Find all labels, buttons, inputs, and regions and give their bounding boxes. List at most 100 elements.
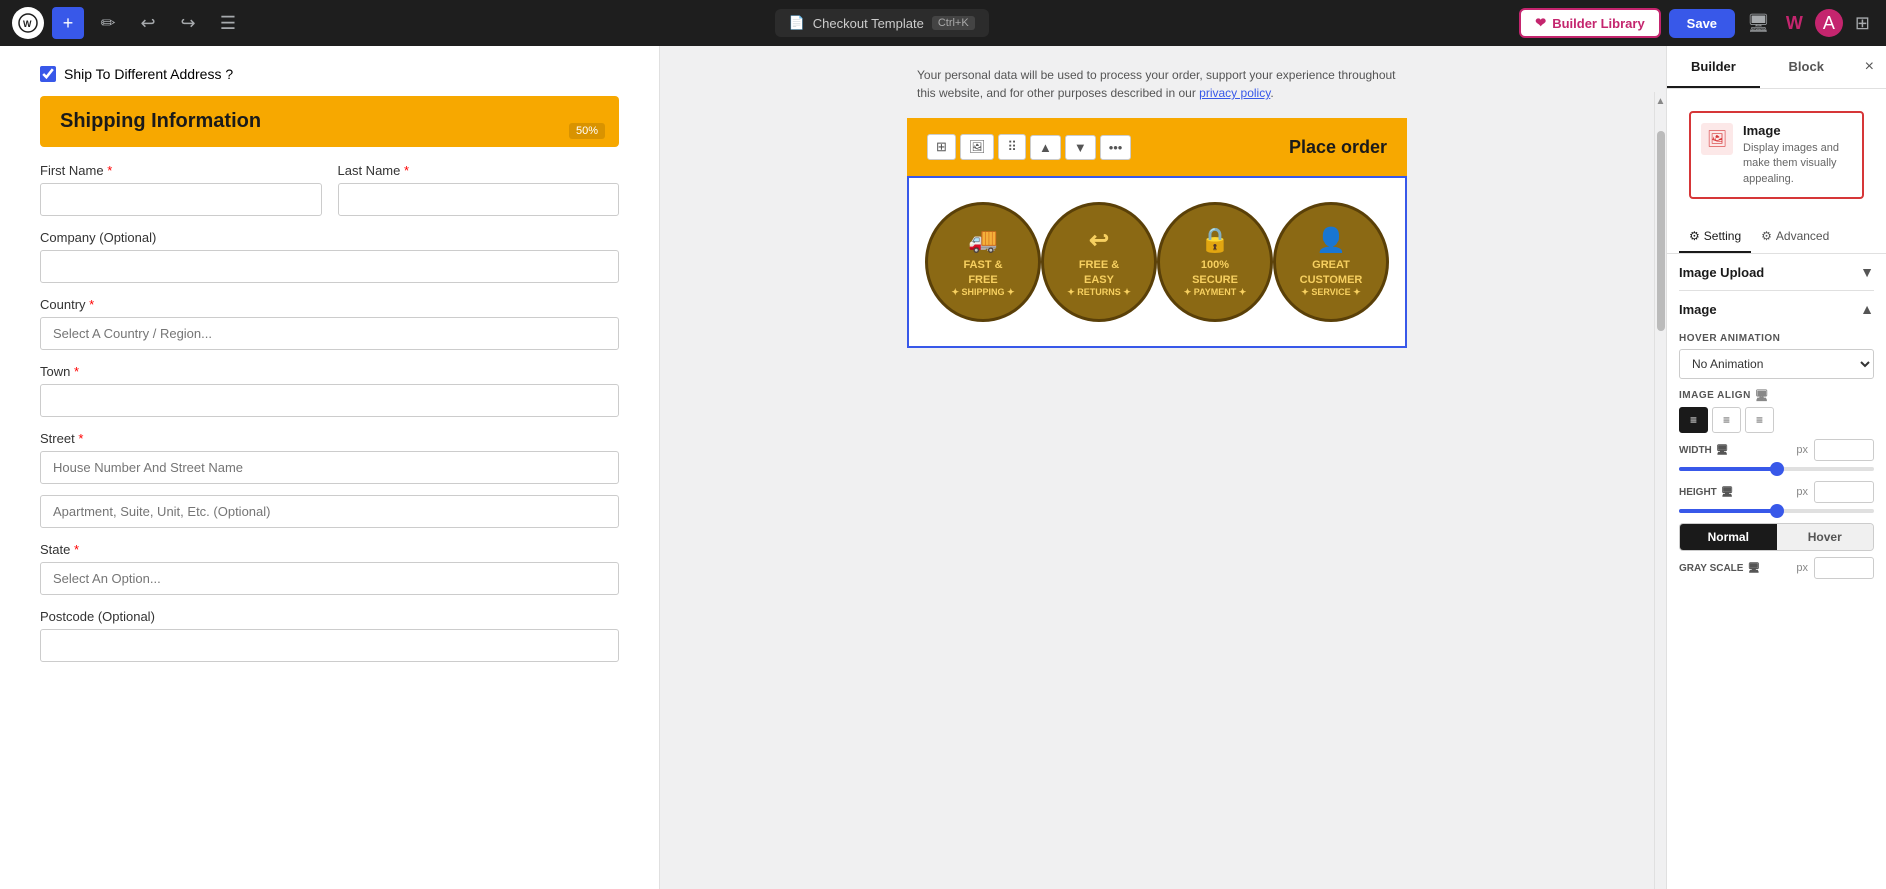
template-shortcut: Ctrl+K [932, 16, 975, 30]
image-card: 🖼 Image Display images and make them vis… [1689, 111, 1864, 199]
first-name-label: First Name * [40, 163, 322, 178]
align-center-button[interactable]: ≡ [1712, 407, 1741, 433]
center-panel: Your personal data will be used to proce… [660, 46, 1654, 889]
builder-library-button[interactable]: ❤ Builder Library [1519, 8, 1660, 38]
postcode-label: Postcode (Optional) [40, 609, 619, 624]
logo3-button[interactable]: A [1815, 9, 1843, 37]
align-right-button[interactable]: ≡ [1745, 407, 1774, 433]
image-toolbar-icon[interactable]: 🖼 [960, 134, 995, 160]
state-input[interactable] [40, 562, 619, 595]
advanced-icon: ⚙ [1761, 229, 1772, 243]
state-req: * [74, 542, 79, 557]
align-left-button[interactable]: ≡ [1679, 407, 1708, 433]
apt-input[interactable] [40, 495, 619, 528]
topbar-center: 📄 Checkout Template Ctrl+K [252, 9, 1511, 37]
state-tabs: Normal Hover [1679, 523, 1874, 551]
state-group: State * [40, 542, 619, 595]
image-card-title: Image [1743, 123, 1852, 138]
monitor-icon-button[interactable]: 🖥 [1743, 9, 1774, 38]
hover-animation-select[interactable]: No Animation Zoom In Zoom Out Fade [1679, 349, 1874, 379]
ship-different-label: Ship To Different Address ? [64, 66, 233, 82]
image-section-title: Image [1679, 302, 1717, 317]
image-align-label: IMAGE ALIGN 🖥 [1679, 389, 1874, 402]
grayscale-input[interactable] [1814, 557, 1874, 579]
width-input[interactable] [1814, 439, 1874, 461]
state-label: State * [40, 542, 619, 557]
template-label: Checkout Template [813, 16, 924, 31]
width-slider-thumb[interactable] [1770, 462, 1784, 476]
shipping-box: Shipping Information 50% [40, 96, 619, 147]
image-section-header[interactable]: Image ▲ [1679, 291, 1874, 323]
country-label: Country * [40, 297, 619, 312]
subtab-setting[interactable]: ⚙ Setting [1679, 221, 1751, 253]
service-icon: 👤 [1300, 225, 1363, 256]
country-input[interactable] [40, 317, 619, 350]
grayscale-unit: px [1796, 562, 1808, 574]
image-container: 🚚 FAST & FREE ✦ SHIPPING ✦ ↩ FREE & EASY… [907, 176, 1407, 348]
first-name-input[interactable] [40, 183, 322, 216]
tab-builder[interactable]: Builder [1667, 47, 1760, 88]
up-toolbar-icon[interactable]: ▲ [1030, 135, 1061, 160]
payment-icon: 🔒 [1184, 225, 1247, 256]
image-upload-header[interactable]: Image Upload ▼ [1679, 254, 1874, 291]
last-name-req: * [404, 163, 409, 178]
close-button[interactable]: × [1853, 46, 1886, 88]
more-toolbar-icon[interactable]: ••• [1100, 135, 1132, 160]
monitor-icon: 🖥 [1755, 389, 1769, 402]
last-name-input[interactable] [338, 183, 620, 216]
undo-button[interactable]: ↩ [132, 7, 164, 39]
grid-icon-button[interactable]: ⊞ [1851, 9, 1874, 38]
tab-block[interactable]: Block [1760, 47, 1853, 88]
scroll-thumb[interactable] [1657, 131, 1665, 331]
height-slider-row[interactable] [1679, 509, 1874, 513]
first-name-req: * [107, 163, 112, 178]
street-input[interactable] [40, 451, 619, 484]
place-order-text: Place order [1289, 137, 1387, 158]
height-slider-thumb[interactable] [1770, 504, 1784, 518]
drag-toolbar-icon[interactable]: ⠿ [998, 134, 1026, 160]
width-slider-row[interactable] [1679, 467, 1874, 471]
template-icon: 📄 [789, 15, 805, 31]
center-scrollbar[interactable]: ▲ ▼ [1654, 92, 1666, 889]
topbar: W + ✏ ↩ ↪ ☰ 📄 Checkout Template Ctrl+K ❤… [0, 0, 1886, 46]
ship-to-different-header: Ship To Different Address ? [40, 66, 619, 82]
width-monitor-icon: 🖥 [1716, 445, 1729, 456]
logo2-button[interactable]: W [1782, 9, 1807, 38]
last-name-group: Last Name * [338, 163, 620, 216]
postcode-input[interactable] [40, 629, 619, 662]
height-input[interactable] [1814, 481, 1874, 503]
save-button[interactable]: Save [1669, 9, 1735, 38]
redo-button[interactable]: ↪ [172, 7, 204, 39]
width-row: WIDTH 🖥 px [1679, 439, 1874, 461]
privacy-link[interactable]: privacy policy [1199, 86, 1270, 100]
state-tab-hover[interactable]: Hover [1777, 524, 1874, 550]
builder-lib-icon: ❤ [1535, 15, 1546, 31]
state-tab-normal[interactable]: Normal [1680, 524, 1777, 550]
town-input[interactable] [40, 384, 619, 417]
template-pill[interactable]: 📄 Checkout Template Ctrl+K [775, 9, 989, 37]
country-group: Country * [40, 297, 619, 350]
image-card-wrapper: 🖼 Image Display images and make them vis… [1667, 89, 1886, 221]
height-slider-track[interactable] [1679, 509, 1874, 513]
image-upload-section: Image Upload ▼ [1667, 254, 1886, 291]
badge-service: 👤 GREAT CUSTOMER ✦ SERVICE ✦ [1273, 202, 1389, 322]
image-upload-chevron[interactable]: ▼ [1860, 264, 1874, 280]
rp-subtabs: ⚙ Setting ⚙ Advanced [1667, 221, 1886, 254]
company-input[interactable] [40, 250, 619, 283]
down-toolbar-icon[interactable]: ▼ [1065, 135, 1096, 160]
subtab-advanced[interactable]: ⚙ Advanced [1751, 221, 1839, 253]
height-unit: px [1796, 486, 1808, 498]
last-name-label: Last Name * [338, 163, 620, 178]
image-section-chevron[interactable]: ▲ [1860, 301, 1874, 317]
grid-toolbar-icon[interactable]: ⊞ [927, 134, 956, 160]
hover-animation-label: HOVER ANIMATION [1679, 333, 1874, 344]
shipping-title: Shipping Information [60, 110, 599, 133]
add-button[interactable]: + [52, 7, 84, 39]
first-name-group: First Name * [40, 163, 322, 216]
ship-different-checkbox[interactable] [40, 66, 56, 82]
menu-button[interactable]: ☰ [212, 7, 244, 39]
width-slider-track[interactable] [1679, 467, 1874, 471]
image-upload-title: Image Upload [1679, 265, 1764, 280]
privacy-text: Your personal data will be used to proce… [907, 66, 1407, 118]
pencil-button[interactable]: ✏ [92, 7, 124, 39]
